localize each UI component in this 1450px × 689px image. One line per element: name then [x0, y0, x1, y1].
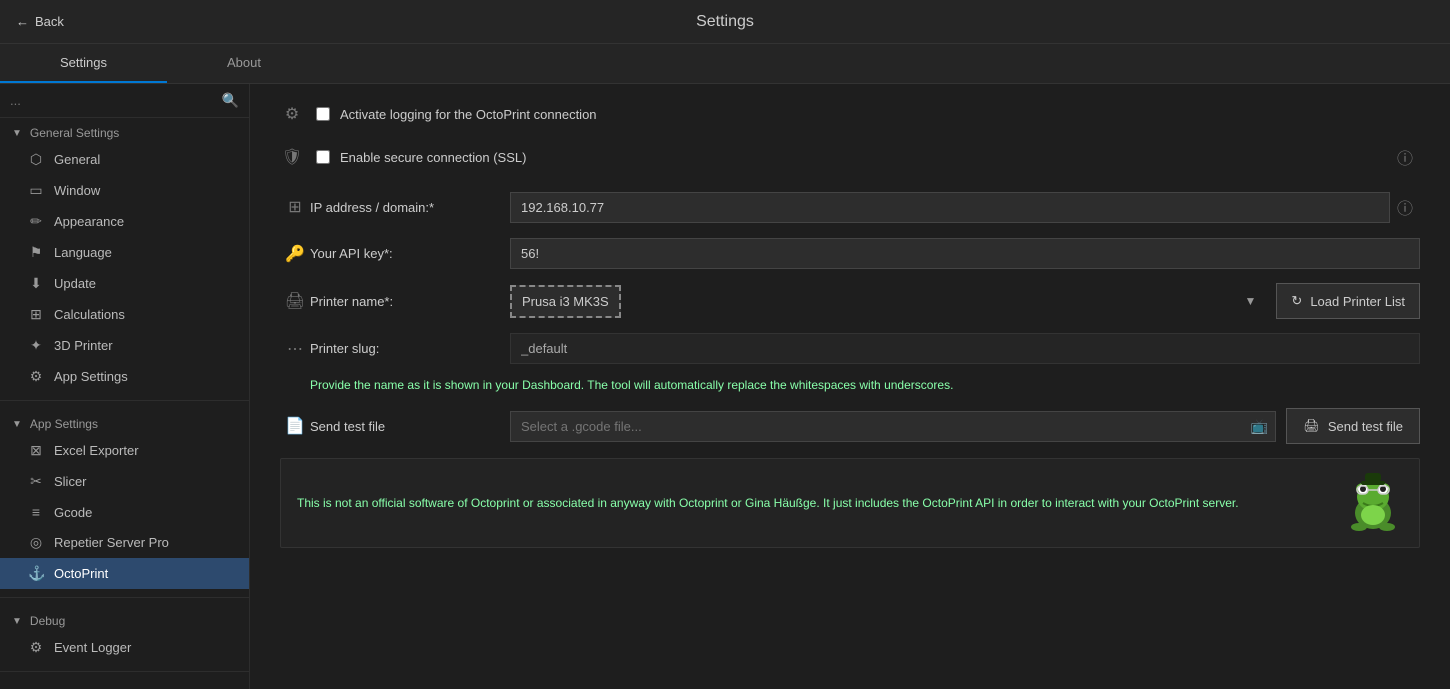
printer3d-icon: ✦: [28, 337, 44, 354]
load-printer-icon: ↻: [1291, 293, 1302, 309]
ssl-icon: 🛡: [280, 147, 304, 167]
search-input[interactable]: [10, 93, 222, 108]
notice-box: This is not an official software of Octo…: [280, 458, 1420, 548]
octoprint-icon: ⚓: [28, 565, 44, 582]
chevron-down-icon2: ▼: [12, 419, 22, 430]
logging-icon: ⚙: [280, 104, 304, 124]
page-title: Settings: [696, 13, 754, 31]
api-key-label: Your API key*:: [310, 246, 510, 261]
ssl-checkbox-label[interactable]: Enable secure connection (SSL): [316, 150, 526, 165]
sidebar-item-event-logger[interactable]: ⚙ Event Logger: [0, 632, 249, 663]
file-select-input[interactable]: [510, 411, 1276, 442]
main-layout: 🔍 ▼ General Settings ⬡ General ▭ Window …: [0, 84, 1450, 689]
mascot-image: [1343, 473, 1403, 533]
sidebar-item-repetier[interactable]: ◎ Repetier Server Pro: [0, 527, 249, 558]
printer-name-select[interactable]: Prusa i3 MK3S Prusa i3 MK2S Prusa MINI C…: [510, 285, 621, 318]
section-app-settings[interactable]: ▼ App Settings: [0, 409, 249, 435]
top-header: ← Back Settings: [0, 0, 1450, 44]
sidebar-item-appearance[interactable]: ✏ Appearance: [0, 206, 249, 237]
printer-name-icon: 🖨: [280, 291, 310, 311]
logging-checkbox[interactable]: [316, 107, 330, 121]
slug-info-text: Provide the name as it is shown in your …: [310, 378, 1420, 392]
chevron-down-icon3: ▼: [12, 616, 22, 627]
logging-row: ⚙ Activate logging for the OctoPrint con…: [280, 104, 1420, 124]
sidebar-item-update[interactable]: ⬇ Update: [0, 268, 249, 299]
sidebar-item-calculations[interactable]: ⊞ Calculations: [0, 299, 249, 330]
section-general-settings[interactable]: ▼ General Settings: [0, 118, 249, 144]
search-icon[interactable]: 🔍: [222, 92, 239, 109]
sidebar-item-excel-exporter[interactable]: ⊠ Excel Exporter: [0, 435, 249, 466]
back-arrow-icon: ←: [16, 14, 29, 29]
back-button[interactable]: ← Back: [16, 14, 64, 29]
logging-checkbox-label[interactable]: Activate logging for the OctoPrint conne…: [316, 107, 597, 122]
sidebar-item-3dprinter[interactable]: ✦ 3D Printer: [0, 330, 249, 361]
send-test-icon: 📄: [280, 416, 310, 436]
search-bar: 🔍: [0, 84, 249, 118]
sidebar-item-slicer[interactable]: ✂ Slicer: [0, 466, 249, 497]
event-logger-icon: ⚙: [28, 639, 44, 656]
file-browse-icon[interactable]: 📺: [1251, 418, 1268, 435]
sidebar-item-general[interactable]: ⬡ General: [0, 144, 249, 175]
calculations-icon: ⊞: [28, 306, 44, 323]
sidebar-item-window[interactable]: ▭ Window: [0, 175, 249, 206]
section-debug[interactable]: ▼ Debug: [0, 606, 249, 632]
chevron-down-icon: ▼: [12, 128, 22, 139]
send-test-button[interactable]: 🖨 Send test file: [1286, 408, 1420, 444]
ssl-row: 🛡 Enable secure connection (SSL) ⓘ: [280, 140, 1420, 174]
ip-help-button[interactable]: ⓘ: [1390, 190, 1420, 224]
printer-name-select-wrapper: Prusa i3 MK3S Prusa i3 MK2S Prusa MINI C…: [510, 285, 1266, 318]
sidebar-item-appsettings1[interactable]: ⚙ App Settings: [0, 361, 249, 392]
sidebar-item-octoprint[interactable]: ⚓ OctoPrint: [0, 558, 249, 589]
printer-slug-icon: ⋯: [280, 339, 310, 359]
update-icon: ⬇: [28, 275, 44, 292]
printer-slug-input[interactable]: [510, 333, 1420, 364]
api-key-icon: 🔑: [280, 244, 310, 264]
printer-slug-label: Printer slug:: [310, 341, 510, 356]
sidebar-item-language[interactable]: ⚑ Language: [0, 237, 249, 268]
general-icon: ⬡: [28, 151, 44, 168]
ssl-checkbox[interactable]: [316, 150, 330, 164]
printer-name-row: 🖨 Printer name*: Prusa i3 MK3S Prusa i3 …: [280, 283, 1420, 319]
slicer-icon: ✂: [28, 473, 44, 490]
gcode-icon: ≡: [28, 504, 44, 520]
notice-text: This is not an official software of Octo…: [297, 494, 1327, 512]
repetier-icon: ◎: [28, 534, 44, 551]
file-select-wrapper: 📺: [510, 411, 1276, 442]
section-privacy[interactable]: ▼ Privacy: [0, 680, 249, 689]
tab-row: Settings About: [0, 44, 1450, 84]
appearance-icon: ✏: [28, 213, 44, 230]
sidebar-item-gcode[interactable]: ≡ Gcode: [0, 497, 249, 527]
ip-icon: ⊞: [280, 197, 310, 217]
load-printer-button[interactable]: ↻ Load Printer List: [1276, 283, 1420, 319]
ssl-help-button[interactable]: ⓘ: [1390, 140, 1420, 174]
printer-slug-row: ⋯ Printer slug:: [280, 333, 1420, 364]
language-icon: ⚑: [28, 244, 44, 261]
api-key-row: 🔑 Your API key*:: [280, 238, 1420, 269]
tab-about[interactable]: About: [167, 44, 321, 83]
tab-settings[interactable]: Settings: [0, 44, 167, 83]
sidebar: 🔍 ▼ General Settings ⬡ General ▭ Window …: [0, 84, 250, 689]
back-label: Back: [35, 14, 64, 29]
ip-label: IP address / domain:*: [310, 200, 510, 215]
window-icon: ▭: [28, 182, 44, 199]
ip-row: ⊞ IP address / domain:* ⓘ: [280, 190, 1420, 224]
appsettings-icon1: ⚙: [28, 368, 44, 385]
excel-icon: ⊠: [28, 442, 44, 459]
send-test-row: 📄 Send test file 📺 🖨 Send test file: [280, 408, 1420, 444]
api-key-input[interactable]: [510, 238, 1420, 269]
chevron-down-icon: ▼: [1245, 294, 1257, 308]
printer-name-label: Printer name*:: [310, 294, 510, 309]
content-area: ⚙ Activate logging for the OctoPrint con…: [250, 84, 1450, 689]
send-test-label: Send test file: [310, 419, 510, 434]
ip-input[interactable]: [510, 192, 1390, 223]
send-test-btn-icon: 🖨: [1303, 418, 1320, 434]
